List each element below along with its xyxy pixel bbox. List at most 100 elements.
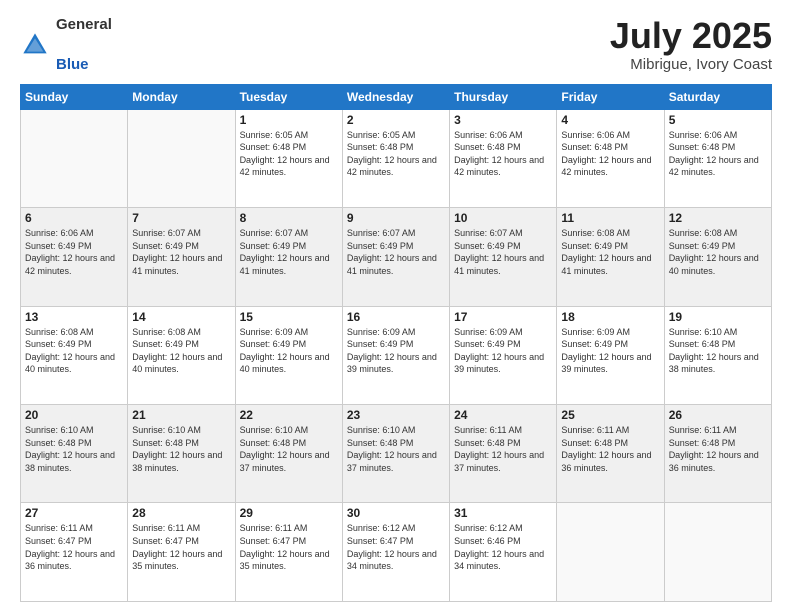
day-info: Sunrise: 6:06 AMSunset: 6:48 PMDaylight:… xyxy=(669,129,767,179)
day-info: Sunrise: 6:12 AMSunset: 6:46 PMDaylight:… xyxy=(454,522,552,572)
calendar-cell: 30 Sunrise: 6:12 AMSunset: 6:47 PMDayligh… xyxy=(342,503,449,602)
day-number: 6 xyxy=(25,211,123,225)
weekday-header-monday: Monday xyxy=(128,84,235,109)
day-info: Sunrise: 6:06 AMSunset: 6:48 PMDaylight:… xyxy=(454,129,552,179)
calendar-cell: 20 Sunrise: 6:10 AMSunset: 6:48 PMDayligh… xyxy=(21,405,128,503)
day-info: Sunrise: 6:05 AMSunset: 6:48 PMDaylight:… xyxy=(240,129,338,179)
calendar-cell: 24 Sunrise: 6:11 AMSunset: 6:48 PMDayligh… xyxy=(450,405,557,503)
day-number: 23 xyxy=(347,408,445,422)
day-number: 12 xyxy=(669,211,767,225)
day-info: Sunrise: 6:11 AMSunset: 6:47 PMDaylight:… xyxy=(132,522,230,572)
day-info: Sunrise: 6:10 AMSunset: 6:48 PMDaylight:… xyxy=(669,326,767,376)
day-number: 25 xyxy=(561,408,659,422)
calendar-cell xyxy=(557,503,664,602)
week-row-5: 27 Sunrise: 6:11 AMSunset: 6:47 PMDayligh… xyxy=(21,503,772,602)
day-info: Sunrise: 6:07 AMSunset: 6:49 PMDaylight:… xyxy=(347,227,445,277)
day-number: 21 xyxy=(132,408,230,422)
day-number: 26 xyxy=(669,408,767,422)
calendar-cell: 22Sunrise: 6:10 AMSunset: 6:48 PMDayligh… xyxy=(235,405,342,503)
day-info: Sunrise: 6:10 AMSunset: 6:48 PMDaylight:… xyxy=(240,424,338,474)
day-number: 17 xyxy=(454,310,552,324)
title-location: Mibrigue, Ivory Coast xyxy=(610,56,772,73)
day-info: Sunrise: 6:11 AMSunset: 6:48 PMDaylight:… xyxy=(454,424,552,474)
week-row-2: 6 Sunrise: 6:06 AMSunset: 6:49 PMDaylight… xyxy=(21,208,772,306)
calendar-cell: 7 Sunrise: 6:07 AMSunset: 6:49 PMDaylight… xyxy=(128,208,235,306)
day-number: 19 xyxy=(669,310,767,324)
calendar-cell: 1 Sunrise: 6:05 AMSunset: 6:48 PMDaylight… xyxy=(235,109,342,207)
day-info: Sunrise: 6:08 AMSunset: 6:49 PMDaylight:… xyxy=(561,227,659,277)
day-number: 20 xyxy=(25,408,123,422)
header: General Blue July 2025 Mibrigue, Ivory C… xyxy=(20,16,772,74)
day-number: 11 xyxy=(561,211,659,225)
day-number: 27 xyxy=(25,506,123,520)
week-row-4: 20 Sunrise: 6:10 AMSunset: 6:48 PMDayligh… xyxy=(21,405,772,503)
calendar-cell: 4Sunrise: 6:06 AMSunset: 6:48 PMDaylight… xyxy=(557,109,664,207)
week-row-3: 13Sunrise: 6:08 AMSunset: 6:49 PMDayligh… xyxy=(21,306,772,404)
calendar-cell: 12 Sunrise: 6:08 AMSunset: 6:49 PMDayligh… xyxy=(664,208,771,306)
day-info: Sunrise: 6:12 AMSunset: 6:47 PMDaylight:… xyxy=(347,522,445,572)
day-number: 8 xyxy=(240,211,338,225)
calendar-cell xyxy=(21,109,128,207)
day-number: 29 xyxy=(240,506,338,520)
day-number: 1 xyxy=(240,113,338,127)
day-number: 13 xyxy=(25,310,123,324)
day-info: Sunrise: 6:10 AMSunset: 6:48 PMDaylight:… xyxy=(25,424,123,474)
calendar-cell: 23 Sunrise: 6:10 AMSunset: 6:48 PMDayligh… xyxy=(342,405,449,503)
calendar-cell: 28 Sunrise: 6:11 AMSunset: 6:47 PMDayligh… xyxy=(128,503,235,602)
day-info: Sunrise: 6:08 AMSunset: 6:49 PMDaylight:… xyxy=(669,227,767,277)
day-number: 10 xyxy=(454,211,552,225)
calendar-cell: 8Sunrise: 6:07 AMSunset: 6:49 PMDaylight… xyxy=(235,208,342,306)
day-info: Sunrise: 6:10 AMSunset: 6:48 PMDaylight:… xyxy=(347,424,445,474)
day-number: 9 xyxy=(347,211,445,225)
day-number: 7 xyxy=(132,211,230,225)
day-number: 30 xyxy=(347,506,445,520)
day-number: 3 xyxy=(454,113,552,127)
calendar-cell: 16Sunrise: 6:09 AMSunset: 6:49 PMDayligh… xyxy=(342,306,449,404)
weekday-header-wednesday: Wednesday xyxy=(342,84,449,109)
day-number: 15 xyxy=(240,310,338,324)
day-number: 24 xyxy=(454,408,552,422)
day-number: 16 xyxy=(347,310,445,324)
day-number: 2 xyxy=(347,113,445,127)
week-row-1: 1 Sunrise: 6:05 AMSunset: 6:48 PMDaylight… xyxy=(21,109,772,207)
weekday-header-thursday: Thursday xyxy=(450,84,557,109)
logo-icon xyxy=(20,30,50,60)
calendar-cell: 11 Sunrise: 6:08 AMSunset: 6:49 PMDayligh… xyxy=(557,208,664,306)
calendar-cell: 6 Sunrise: 6:06 AMSunset: 6:49 PMDaylight… xyxy=(21,208,128,306)
day-info: Sunrise: 6:10 AMSunset: 6:48 PMDaylight:… xyxy=(132,424,230,474)
logo-general: General xyxy=(56,16,112,34)
title-month: July 2025 xyxy=(610,16,772,56)
day-info: Sunrise: 6:07 AMSunset: 6:49 PMDaylight:… xyxy=(454,227,552,277)
day-info: Sunrise: 6:07 AMSunset: 6:49 PMDaylight:… xyxy=(132,227,230,277)
weekday-header-tuesday: Tuesday xyxy=(235,84,342,109)
calendar-cell: 18 Sunrise: 6:09 AMSunset: 6:49 PMDayligh… xyxy=(557,306,664,404)
day-info: Sunrise: 6:09 AMSunset: 6:49 PMDaylight:… xyxy=(454,326,552,376)
calendar-cell: 31Sunrise: 6:12 AMSunset: 6:46 PMDayligh… xyxy=(450,503,557,602)
calendar-cell: 17 Sunrise: 6:09 AMSunset: 6:49 PMDayligh… xyxy=(450,306,557,404)
calendar-cell xyxy=(128,109,235,207)
day-number: 5 xyxy=(669,113,767,127)
day-info: Sunrise: 6:11 AMSunset: 6:48 PMDaylight:… xyxy=(561,424,659,474)
calendar-cell: 29 Sunrise: 6:11 AMSunset: 6:47 PMDayligh… xyxy=(235,503,342,602)
calendar-cell: 14Sunrise: 6:08 AMSunset: 6:49 PMDayligh… xyxy=(128,306,235,404)
day-info: Sunrise: 6:06 AMSunset: 6:49 PMDaylight:… xyxy=(25,227,123,277)
weekday-header-saturday: Saturday xyxy=(664,84,771,109)
calendar-cell: 3 Sunrise: 6:06 AMSunset: 6:48 PMDaylight… xyxy=(450,109,557,207)
weekday-header-sunday: Sunday xyxy=(21,84,128,109)
day-info: Sunrise: 6:06 AMSunset: 6:48 PMDaylight:… xyxy=(561,129,659,179)
title-block: July 2025 Mibrigue, Ivory Coast xyxy=(610,16,772,73)
day-info: Sunrise: 6:09 AMSunset: 6:49 PMDaylight:… xyxy=(240,326,338,376)
calendar-cell: 13Sunrise: 6:08 AMSunset: 6:49 PMDayligh… xyxy=(21,306,128,404)
calendar-cell: 25 Sunrise: 6:11 AMSunset: 6:48 PMDayligh… xyxy=(557,405,664,503)
day-number: 18 xyxy=(561,310,659,324)
logo: General Blue xyxy=(20,16,112,74)
day-number: 28 xyxy=(132,506,230,520)
day-info: Sunrise: 6:09 AMSunset: 6:49 PMDaylight:… xyxy=(561,326,659,376)
weekday-header-friday: Friday xyxy=(557,84,664,109)
day-info: Sunrise: 6:11 AMSunset: 6:47 PMDaylight:… xyxy=(25,522,123,572)
calendar: SundayMondayTuesdayWednesdayThursdayFrid… xyxy=(20,84,772,602)
day-info: Sunrise: 6:11 AMSunset: 6:47 PMDaylight:… xyxy=(240,522,338,572)
calendar-cell: 21 Sunrise: 6:10 AMSunset: 6:48 PMDayligh… xyxy=(128,405,235,503)
calendar-cell: 10 Sunrise: 6:07 AMSunset: 6:49 PMDayligh… xyxy=(450,208,557,306)
calendar-cell: 19 Sunrise: 6:10 AMSunset: 6:48 PMDayligh… xyxy=(664,306,771,404)
